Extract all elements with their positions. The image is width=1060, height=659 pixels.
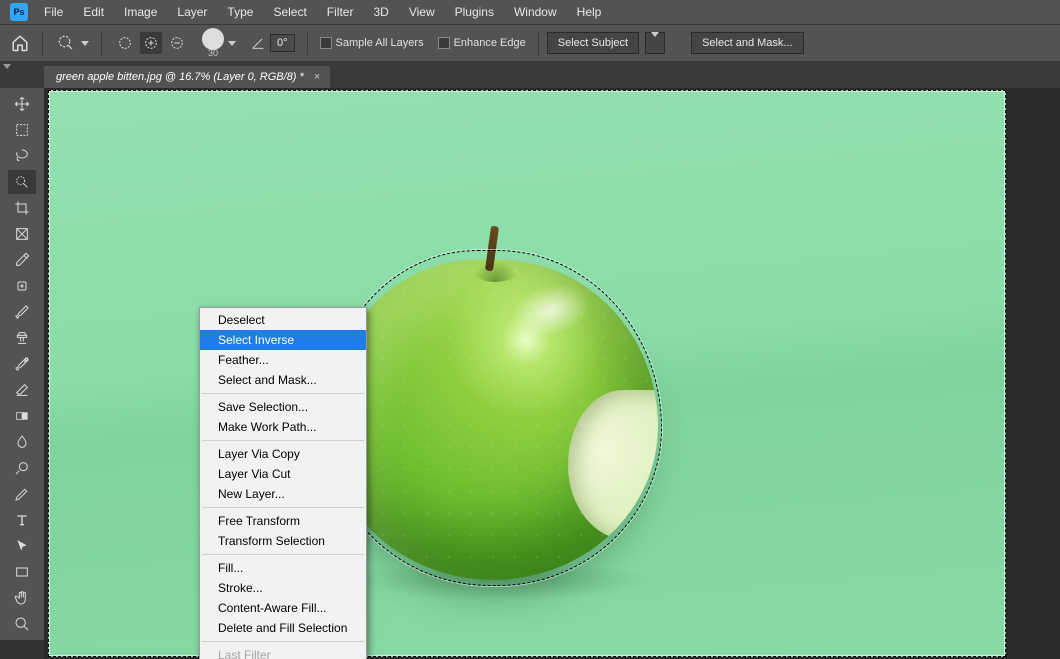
select-subject-dropdown[interactable]	[645, 32, 665, 54]
select-and-mask-button[interactable]: Select and Mask...	[691, 32, 804, 54]
eyedropper-tool[interactable]	[8, 248, 36, 272]
enhance-edge-checkbox[interactable]	[438, 37, 450, 49]
context-menu-item[interactable]: Save Selection...	[200, 397, 366, 417]
divider	[42, 31, 43, 55]
context-menu-item: Last Filter	[200, 645, 366, 659]
menu-3d[interactable]: 3D	[363, 1, 398, 23]
brush-angle-input[interactable]: 0°	[270, 34, 295, 52]
context-menu-item[interactable]: New Layer...	[200, 484, 366, 504]
subtract-selection-icon[interactable]	[166, 32, 188, 54]
sample-all-layers-checkbox[interactable]	[320, 37, 332, 49]
context-menu-item[interactable]: Select and Mask...	[200, 370, 366, 390]
document-canvas[interactable]	[48, 90, 1006, 657]
menu-view[interactable]: View	[399, 1, 445, 23]
document-tab-title: green apple bitten.jpg @ 16.7% (Layer 0,…	[56, 71, 304, 83]
divider	[101, 31, 102, 55]
apple-body	[328, 260, 658, 580]
menu-filter[interactable]: Filter	[317, 1, 364, 23]
tool-preset-icon[interactable]	[55, 32, 77, 54]
type-tool[interactable]	[8, 508, 36, 532]
healing-brush-tool[interactable]	[8, 274, 36, 298]
menu-edit[interactable]: Edit	[73, 1, 114, 23]
context-menu-item[interactable]: Make Work Path...	[200, 417, 366, 437]
angle-icon	[250, 35, 266, 51]
home-button[interactable]	[6, 29, 34, 57]
chevron-down-icon[interactable]	[81, 41, 89, 46]
context-menu-separator	[202, 641, 364, 642]
context-menu-item[interactable]: Fill...	[200, 558, 366, 578]
divider	[538, 31, 539, 55]
apple-stem-well	[473, 260, 518, 282]
gradient-tool[interactable]	[8, 404, 36, 428]
context-menu-item[interactable]: Layer Via Cut	[200, 464, 366, 484]
apple-image	[328, 220, 658, 580]
context-menu-item[interactable]: Content-Aware Fill...	[200, 598, 366, 618]
brush-preview[interactable]: 30	[202, 28, 224, 58]
close-icon[interactable]: ×	[314, 71, 320, 83]
context-menu-separator	[202, 393, 364, 394]
context-menu-item[interactable]: Deselect	[200, 310, 366, 330]
tab-strip-handle-icon[interactable]	[0, 62, 14, 70]
zoom-tool[interactable]	[8, 612, 36, 636]
move-tool[interactable]	[8, 92, 36, 116]
document-tab-bar: green apple bitten.jpg @ 16.7% (Layer 0,…	[0, 62, 1060, 88]
clone-stamp-tool[interactable]	[8, 326, 36, 350]
menu-file[interactable]: File	[34, 1, 73, 23]
options-bar: 30 0° Sample All Layers Enhance Edge Sel…	[0, 24, 1060, 62]
select-subject-button[interactable]: Select Subject	[547, 32, 639, 54]
brush-circle-icon	[202, 28, 224, 50]
brush-size-label: 30	[208, 48, 218, 58]
menu-layer[interactable]: Layer	[167, 1, 217, 23]
menu-bar: Ps File Edit Image Layer Type Select Fil…	[0, 0, 1060, 24]
enhance-edge-label: Enhance Edge	[454, 37, 526, 49]
context-menu: DeselectSelect InverseFeather...Select a…	[199, 307, 367, 659]
hand-tool[interactable]	[8, 586, 36, 610]
quick-selection-tool[interactable]	[8, 170, 36, 194]
add-selection-icon[interactable]	[140, 32, 162, 54]
brush-tool[interactable]	[8, 300, 36, 324]
context-menu-item[interactable]: Layer Via Copy	[200, 444, 366, 464]
crop-tool[interactable]	[8, 196, 36, 220]
menu-plugins[interactable]: Plugins	[445, 1, 504, 23]
chevron-down-icon[interactable]	[228, 41, 236, 46]
rectangle-tool[interactable]	[8, 560, 36, 584]
lasso-tool[interactable]	[8, 144, 36, 168]
blur-tool[interactable]	[8, 430, 36, 454]
chevron-down-icon	[651, 32, 659, 49]
context-menu-item[interactable]: Delete and Fill Selection	[200, 618, 366, 638]
context-menu-item[interactable]: Feather...	[200, 350, 366, 370]
eraser-tool[interactable]	[8, 378, 36, 402]
path-selection-tool[interactable]	[8, 534, 36, 558]
tools-panel	[0, 88, 44, 640]
document-tab[interactable]: green apple bitten.jpg @ 16.7% (Layer 0,…	[44, 66, 330, 88]
menu-select[interactable]: Select	[263, 1, 316, 23]
context-menu-separator	[202, 507, 364, 508]
menu-window[interactable]: Window	[504, 1, 567, 23]
apple-bite	[568, 390, 658, 540]
menu-help[interactable]: Help	[567, 1, 612, 23]
divider	[307, 31, 308, 55]
frame-tool[interactable]	[8, 222, 36, 246]
marquee-tool[interactable]	[8, 118, 36, 142]
canvas-area[interactable]: DeselectSelect InverseFeather...Select a…	[44, 88, 1060, 659]
photoshop-logo-icon: Ps	[10, 3, 28, 21]
history-brush-tool[interactable]	[8, 352, 36, 376]
menu-image[interactable]: Image	[114, 1, 167, 23]
context-menu-separator	[202, 440, 364, 441]
menu-type[interactable]: Type	[217, 1, 263, 23]
context-menu-item[interactable]: Select Inverse	[200, 330, 366, 350]
sample-all-layers-label: Sample All Layers	[336, 37, 424, 49]
context-menu-item[interactable]: Free Transform	[200, 511, 366, 531]
dodge-tool[interactable]	[8, 456, 36, 480]
context-menu-item[interactable]: Stroke...	[200, 578, 366, 598]
new-selection-icon[interactable]	[114, 32, 136, 54]
context-menu-separator	[202, 554, 364, 555]
context-menu-item[interactable]: Transform Selection	[200, 531, 366, 551]
pen-tool[interactable]	[8, 482, 36, 506]
